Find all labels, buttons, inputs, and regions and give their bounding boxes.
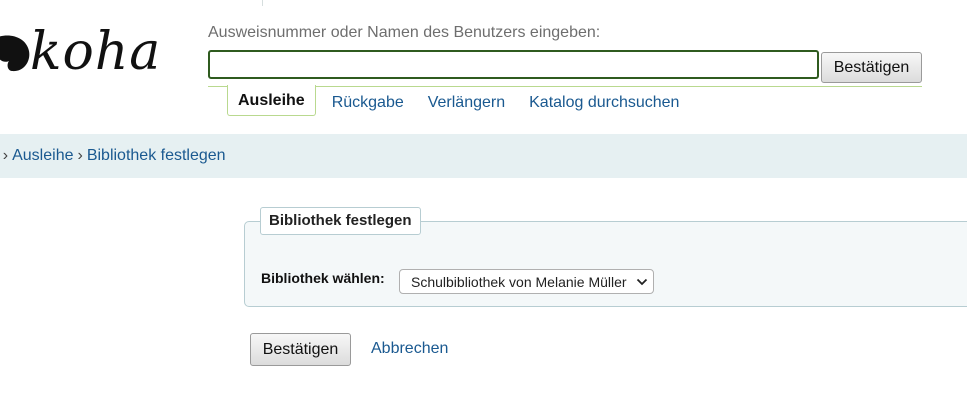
- search-label: Ausweisnummer oder Namen des Benutzers e…: [208, 24, 601, 41]
- breadcrumb-circulation-link[interactable]: Ausleihe: [12, 147, 73, 164]
- tab-checkout[interactable]: Ausleihe: [227, 85, 316, 116]
- koha-logo-mark-icon: [0, 35, 30, 72]
- circulation-tabs: Ausleihe Rückgabe Verlängern Katalog dur…: [227, 85, 691, 117]
- library-select-label: Bibliothek wählen:: [261, 270, 385, 286]
- confirm-button[interactable]: Bestätigen: [250, 333, 351, 366]
- tab-catalog-search[interactable]: Katalog durchsuchen: [517, 86, 691, 116]
- patron-search-input[interactable]: [208, 50, 819, 79]
- fieldset-legend: Bibliothek festlegen: [260, 207, 421, 235]
- koha-logo[interactable]: koha: [0, 22, 161, 82]
- breadcrumb-bar: rt›Ausleihe›Bibliothek festlegen: [0, 134, 967, 178]
- chevron-down-icon: [631, 278, 653, 286]
- tab-checkin[interactable]: Rückgabe: [320, 86, 416, 116]
- breadcrumb-current-link[interactable]: Bibliothek festlegen: [87, 147, 226, 164]
- logo-text: koha: [30, 22, 162, 82]
- library-select[interactable]: Schulbibliothek von Melanie Müller: [399, 269, 654, 294]
- header-divider: [262, 0, 263, 6]
- breadcrumb-separator: ›: [2, 147, 9, 164]
- library-select-value: Schulbibliothek von Melanie Müller: [411, 273, 627, 290]
- search-submit-button[interactable]: Bestätigen: [821, 52, 922, 83]
- tab-renew[interactable]: Verlängern: [416, 86, 517, 116]
- cancel-link[interactable]: Abbrechen: [371, 340, 448, 358]
- breadcrumb-separator: ›: [77, 147, 83, 164]
- breadcrumb: rt›Ausleihe›Bibliothek festlegen: [0, 147, 226, 165]
